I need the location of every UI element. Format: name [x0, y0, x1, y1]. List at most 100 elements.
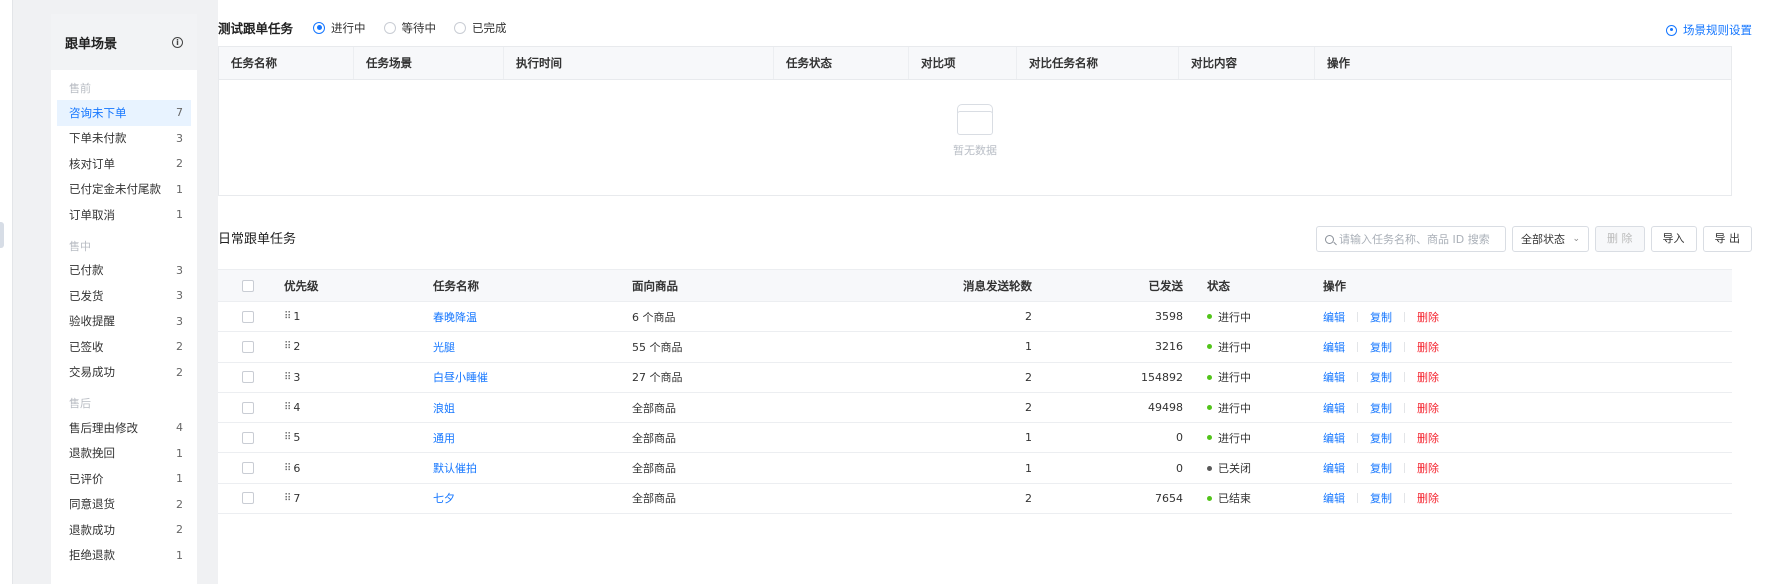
- scene-rule-settings-link[interactable]: 场景规则设置: [1666, 22, 1752, 38]
- sidebar-item[interactable]: 售后理由修改 4: [51, 415, 197, 441]
- test-col-header: 执行时间: [504, 47, 774, 79]
- priority-cell: ⠿ 3: [284, 371, 433, 384]
- sidebar-item[interactable]: 核对订单 2: [51, 151, 197, 177]
- edit-link[interactable]: 编辑: [1323, 309, 1345, 325]
- status-filter-select[interactable]: 全部状态 ⌄: [1512, 226, 1589, 252]
- sidebar-item[interactable]: 订单取消 1: [51, 202, 197, 228]
- name-cell: 光腿: [433, 339, 632, 355]
- sidebar-item[interactable]: 已付款 3: [51, 258, 197, 284]
- delete-link[interactable]: 删除: [1417, 339, 1439, 355]
- sent-cell: 3216: [1155, 340, 1183, 354]
- drag-handle-icon[interactable]: ⠿: [284, 341, 291, 352]
- status-radio[interactable]: 等待中: [383, 20, 436, 36]
- col-priority-header: 优先级: [284, 278, 319, 293]
- copy-link[interactable]: 复制: [1370, 490, 1392, 506]
- sidebar-item[interactable]: 咨询未下单 7: [57, 100, 191, 126]
- rounds-cell: 2: [1025, 401, 1032, 415]
- search-input[interactable]: 请输入任务名称、商品 ID 搜索: [1316, 226, 1506, 252]
- edit-link[interactable]: 编辑: [1323, 490, 1345, 506]
- sidebar-item[interactable]: 拒绝退款 1: [51, 543, 197, 569]
- drag-handle-icon[interactable]: ⠿: [284, 463, 291, 474]
- scene-rule-settings-label: 场景规则设置: [1683, 23, 1752, 37]
- row-checkbox[interactable]: [242, 340, 254, 353]
- delete-link[interactable]: 删除: [1417, 400, 1439, 416]
- sidebar-item[interactable]: 退款挽回 1: [51, 441, 197, 467]
- sidebar-item-label: 售后理由修改: [69, 420, 138, 435]
- drag-handle-icon[interactable]: ⠿: [284, 311, 291, 322]
- sidebar-item-count: 2: [176, 365, 183, 379]
- status-text: 进行中: [1218, 431, 1251, 445]
- row-checkbox[interactable]: [242, 371, 254, 384]
- sidebar-item[interactable]: 已付定金未付尾款 1: [51, 177, 197, 203]
- row-checkbox[interactable]: [242, 310, 254, 323]
- edit-link[interactable]: 编辑: [1323, 400, 1345, 416]
- sidebar-item[interactable]: 已签收 2: [51, 334, 197, 360]
- sidebar-item[interactable]: 下单未付款 3: [51, 126, 197, 152]
- copy-link[interactable]: 复制: [1370, 369, 1392, 385]
- rounds-cell: 1: [1025, 461, 1032, 475]
- copy-link[interactable]: 复制: [1370, 460, 1392, 476]
- edit-link[interactable]: 编辑: [1323, 369, 1345, 385]
- sidebar-item-count: 2: [176, 523, 183, 537]
- copy-link[interactable]: 复制: [1370, 309, 1392, 325]
- select-all-checkbox[interactable]: [242, 279, 254, 292]
- status-dot: [1207, 405, 1212, 411]
- task-name-link[interactable]: 浪姐: [433, 402, 455, 415]
- ops-cell: 编辑 复制 删除: [1323, 460, 1523, 476]
- status-radio[interactable]: 进行中: [313, 20, 366, 36]
- table-row: ⠿ 3 白昼小睡催 27 个商品 2 154892 进行中 编辑 复制 删除: [218, 363, 1732, 393]
- test-table-header: 任务名称 任务场景 执行时间 任务状态 对比项 对比任务名称 对比内容 操作: [219, 47, 1731, 80]
- delete-link[interactable]: 删除: [1417, 490, 1439, 506]
- radio-circle: [383, 21, 396, 34]
- sidebar-item[interactable]: 交易成功 2: [51, 360, 197, 386]
- copy-link[interactable]: 复制: [1370, 400, 1392, 416]
- sidebar-item[interactable]: 同意退货 2: [51, 492, 197, 518]
- row-checkbox[interactable]: [242, 462, 254, 475]
- sidebar-item[interactable]: 已评价 1: [51, 466, 197, 492]
- task-name-link[interactable]: 默认催拍: [433, 462, 477, 475]
- copy-link[interactable]: 复制: [1370, 430, 1392, 446]
- drag-handle-icon[interactable]: ⠿: [284, 402, 291, 413]
- delete-link[interactable]: 删除: [1417, 460, 1439, 476]
- priority-cell: ⠿ 4: [284, 401, 433, 414]
- row-checkbox[interactable]: [242, 401, 254, 414]
- test-col-header: 对比内容: [1179, 47, 1315, 79]
- task-name-link[interactable]: 白昼小睡催: [433, 371, 488, 384]
- drag-handle-icon[interactable]: ⠿: [284, 372, 291, 383]
- op-divider: [1357, 463, 1358, 474]
- edit-link[interactable]: 编辑: [1323, 460, 1345, 476]
- edit-link[interactable]: 编辑: [1323, 339, 1345, 355]
- row-checkbox[interactable]: [242, 431, 254, 444]
- radio-circle: [313, 21, 326, 34]
- sidebar-item-count: 1: [176, 548, 183, 562]
- sidebar-item-count: 7: [176, 106, 183, 120]
- export-button[interactable]: 导 出: [1702, 226, 1752, 252]
- task-name-link[interactable]: 春晚降温: [433, 311, 477, 324]
- sidebar-item[interactable]: 已发货 3: [51, 283, 197, 309]
- delete-button[interactable]: 删 除: [1595, 226, 1645, 252]
- status-dot: [1207, 495, 1212, 501]
- status-dot: [1207, 314, 1212, 320]
- sidebar-item-label: 咨询未下单: [69, 105, 127, 120]
- test-col-header: 任务场景: [354, 47, 504, 79]
- task-name-link[interactable]: 七夕: [433, 492, 455, 505]
- drag-handle-icon[interactable]: ⠿: [284, 493, 291, 504]
- copy-link[interactable]: 复制: [1370, 339, 1392, 355]
- task-name-link[interactable]: 光腿: [433, 341, 455, 354]
- ops-cell: 编辑 复制 删除: [1323, 309, 1523, 325]
- status-text: 已结束: [1218, 492, 1251, 506]
- delete-link[interactable]: 删除: [1417, 430, 1439, 446]
- import-button[interactable]: 导入: [1650, 226, 1697, 252]
- info-icon[interactable]: i: [172, 36, 183, 48]
- edit-link[interactable]: 编辑: [1323, 430, 1345, 446]
- row-checkbox[interactable]: [242, 492, 254, 505]
- sidebar-item[interactable]: 退款成功 2: [51, 517, 197, 543]
- name-cell: 浪姐: [433, 400, 632, 416]
- collapse-handle[interactable]: [0, 222, 4, 248]
- delete-link[interactable]: 删除: [1417, 369, 1439, 385]
- task-name-link[interactable]: 通用: [433, 432, 455, 445]
- drag-handle-icon[interactable]: ⠿: [284, 432, 291, 443]
- sidebar-item[interactable]: 验收提醒 3: [51, 309, 197, 335]
- delete-link[interactable]: 删除: [1417, 309, 1439, 325]
- status-radio[interactable]: 已完成: [454, 20, 507, 36]
